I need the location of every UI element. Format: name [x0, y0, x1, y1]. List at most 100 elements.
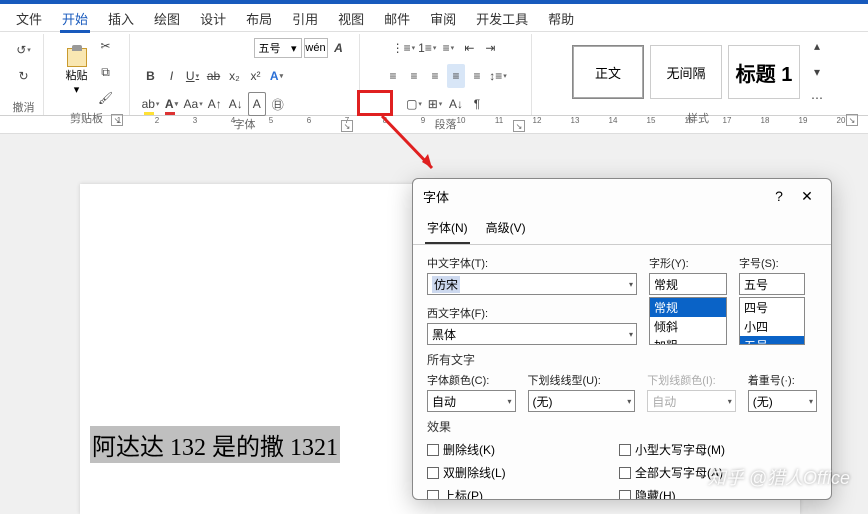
- phonetic-guide-button[interactable]: wén: [304, 38, 328, 58]
- align-justify-button[interactable]: ≡: [447, 64, 465, 88]
- menu-tab-4[interactable]: 设计: [190, 4, 236, 32]
- effects-section: 效果: [427, 418, 817, 435]
- menu-tab-7[interactable]: 视图: [328, 4, 374, 32]
- paste-button[interactable]: 粘贴 ▾: [59, 48, 95, 96]
- style-heading1[interactable]: 标题 1: [728, 45, 800, 99]
- text-effects-button[interactable]: A▾: [268, 64, 286, 88]
- copy-button[interactable]: ⧉: [97, 60, 115, 84]
- western-font-label: 西文字体(F):: [427, 305, 637, 321]
- numbering-button[interactable]: 1≡▾: [418, 36, 436, 60]
- align-left-button[interactable]: ≡: [384, 64, 402, 88]
- chk-super[interactable]: 上标(P): [427, 487, 607, 500]
- highlight-button[interactable]: ab▾: [142, 92, 160, 116]
- underline-button[interactable]: U▾: [184, 64, 202, 88]
- indent-right-button[interactable]: ⇥: [481, 36, 499, 60]
- show-marks-button[interactable]: ¶: [468, 92, 486, 116]
- multilevel-button[interactable]: ≡▾: [439, 36, 457, 60]
- chk-dblstrike[interactable]: 双删除线(L): [427, 464, 607, 481]
- menu-bar: 文件开始插入绘图设计布局引用视图邮件审阅开发工具帮助: [0, 4, 868, 32]
- align-distribute-button[interactable]: ≡: [468, 64, 486, 88]
- size-option-0[interactable]: 四号: [740, 298, 804, 317]
- menu-tab-0[interactable]: 文件: [6, 4, 52, 32]
- italic-button[interactable]: I: [163, 64, 181, 88]
- strike-button[interactable]: ab: [205, 64, 223, 88]
- chk-smallcaps[interactable]: 小型大写字母(M): [619, 441, 725, 458]
- style-option-regular[interactable]: 常规: [650, 298, 726, 317]
- redo-button[interactable]: ↻: [15, 64, 33, 88]
- menu-tab-6[interactable]: 引用: [282, 4, 328, 32]
- style-normal[interactable]: 正文: [572, 45, 644, 99]
- emphasis-label: 着重号(·):: [748, 372, 817, 388]
- styles-launcher[interactable]: ↘: [846, 114, 858, 126]
- font-color-button[interactable]: A▾: [163, 92, 181, 116]
- char-shading-button[interactable]: Aa▾: [184, 92, 203, 116]
- selected-text[interactable]: 阿达达 132 是的撒 1321: [90, 426, 340, 463]
- chk-allcaps[interactable]: 全部大写字母(A): [619, 464, 725, 481]
- dialog-close-button[interactable]: ✕: [793, 188, 821, 205]
- menu-tab-11[interactable]: 帮助: [538, 4, 584, 32]
- menu-tab-9[interactable]: 审阅: [420, 4, 466, 32]
- menu-tab-8[interactable]: 邮件: [374, 4, 420, 32]
- style-nospacing[interactable]: 无间隔: [650, 45, 722, 99]
- style-label: 字形(Y):: [649, 255, 727, 271]
- styles-label: 样式: [687, 110, 709, 126]
- bullets-button[interactable]: ⋮≡▾: [392, 36, 416, 60]
- font-group-label: 字体: [234, 116, 256, 132]
- size-listbox[interactable]: 四号 小四 五号: [739, 297, 805, 345]
- dialog-tab-advanced[interactable]: 高级(V): [484, 213, 528, 244]
- chinese-font-combo[interactable]: 仿宋▾: [427, 273, 637, 295]
- emphasis-combo[interactable]: (无)▾: [748, 390, 817, 412]
- undo-button[interactable]: ↺▾: [15, 38, 33, 62]
- style-option-italic[interactable]: 倾斜: [650, 317, 726, 336]
- chk-strike[interactable]: 删除线(K): [427, 441, 607, 458]
- grow-font-button[interactable]: A↑: [206, 92, 224, 116]
- borders-button[interactable]: ⊞▾: [426, 92, 444, 116]
- menu-tab-3[interactable]: 绘图: [144, 4, 190, 32]
- sort-button[interactable]: A↓: [447, 92, 465, 116]
- ribbon: ↺▾ ↻ 撤消 粘贴 ▾ ✂ ⧉ 🖌 剪贴板↘: [0, 32, 868, 116]
- size-input[interactable]: 五号: [739, 273, 805, 295]
- clipboard-launcher[interactable]: ↘: [111, 114, 123, 126]
- undo-group-label: 撤消: [13, 99, 35, 115]
- size-option-2[interactable]: 五号: [740, 336, 804, 345]
- paragraph-launcher[interactable]: ↘: [513, 120, 525, 132]
- styles-more[interactable]: ⋯: [808, 86, 826, 110]
- menu-tab-1[interactable]: 开始: [52, 4, 98, 32]
- styles-up[interactable]: ▴: [808, 34, 826, 58]
- menu-tab-2[interactable]: 插入: [98, 4, 144, 32]
- dialog-tab-font[interactable]: 字体(N): [425, 213, 470, 244]
- subscript-button[interactable]: x₂: [226, 64, 244, 88]
- line-spacing-button[interactable]: ↕≡▾: [489, 64, 507, 88]
- font-color-combo[interactable]: 自动▾: [427, 390, 516, 412]
- menu-tab-5[interactable]: 布局: [236, 4, 282, 32]
- style-listbox[interactable]: 常规 倾斜 加粗: [649, 297, 727, 345]
- western-font-combo[interactable]: 黑体▾: [427, 323, 637, 345]
- clear-format-button[interactable]: A: [330, 36, 348, 60]
- align-center-button[interactable]: ≡: [405, 64, 423, 88]
- chk-hidden[interactable]: 隐藏(H): [619, 487, 725, 500]
- indent-left-button[interactable]: ⇤: [460, 36, 478, 60]
- chinese-font-label: 中文字体(T):: [427, 255, 637, 271]
- superscript-button[interactable]: x²: [247, 64, 265, 88]
- style-option-bold[interactable]: 加粗: [650, 336, 726, 345]
- shrink-font-button[interactable]: A↓: [227, 92, 245, 116]
- dialog-help-button[interactable]: ?: [765, 188, 793, 204]
- menu-tab-10[interactable]: 开发工具: [466, 4, 538, 32]
- align-right-button[interactable]: ≡: [426, 64, 444, 88]
- font-size-combo[interactable]: 五号▾: [254, 38, 302, 58]
- style-input[interactable]: 常规: [649, 273, 727, 295]
- underline-color-label: 下划线颜色(I):: [647, 372, 736, 388]
- enclosed-char-button[interactable]: ㊐: [269, 92, 287, 116]
- bold-button[interactable]: B: [142, 64, 160, 88]
- cut-button[interactable]: ✂: [97, 34, 115, 58]
- shading-button[interactable]: ▢▾: [405, 92, 423, 116]
- underline-type-combo[interactable]: (无)▾: [528, 390, 636, 412]
- format-painter-button[interactable]: 🖌: [97, 86, 115, 110]
- styles-down[interactable]: ▾: [808, 60, 826, 84]
- font-launcher[interactable]: ↘: [341, 120, 353, 132]
- all-text-section: 所有文字: [427, 351, 817, 368]
- size-option-1[interactable]: 小四: [740, 317, 804, 336]
- font-color-label: 字体颜色(C):: [427, 372, 516, 388]
- clipboard-label: 剪贴板: [70, 110, 103, 126]
- char-border-button[interactable]: A: [248, 92, 266, 116]
